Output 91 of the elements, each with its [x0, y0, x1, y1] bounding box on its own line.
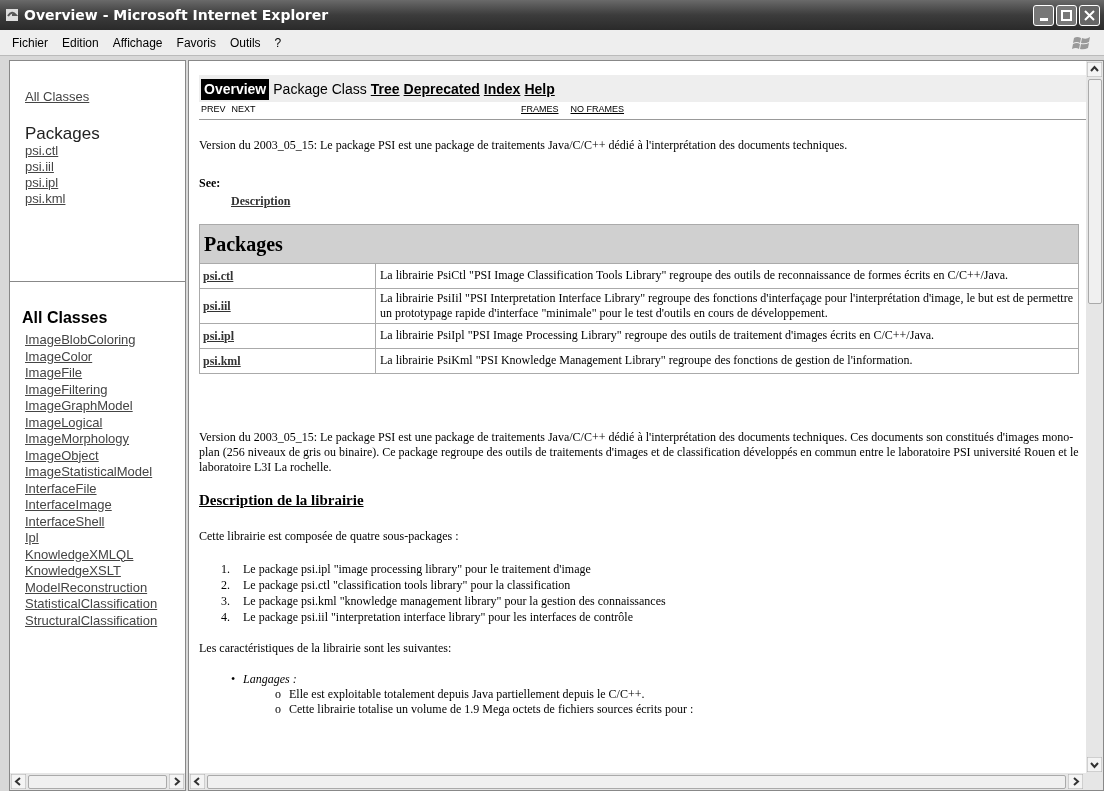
- nav-label: Class: [331, 80, 367, 99]
- package-link[interactable]: psi.ipl: [203, 328, 235, 343]
- browser-icon: [4, 7, 20, 23]
- class-link[interactable]: ImageMorphology: [25, 431, 130, 448]
- close-button[interactable]: [1079, 4, 1100, 26]
- scroll-thumb[interactable]: [1087, 79, 1102, 304]
- description-paragraph: Version du 2003_05_15: Le package PSI est une package de traitements Java/C/C++ dédié à l'interprétation des documents techniques. Ces documents son constitués d'images mono-plan (256 niveaux de gris ou binaire). Ce package regroupe des outils de traitements d'images et de classification développés en commun entre le laboratoire PSI université Rouen et le laboratoire L3I La rochelle.: [199, 429, 1079, 475]
- menu-item[interactable]: Outils: [229, 33, 261, 52]
- scroll-up-icon[interactable]: [1087, 62, 1102, 77]
- section-heading: Description de la librairie: [199, 490, 365, 510]
- nav-link[interactable]: Help: [524, 79, 555, 100]
- nav-link[interactable]: Tree: [370, 79, 400, 100]
- class-link[interactable]: ImageFile: [25, 365, 83, 382]
- package-link[interactable]: psi.kml: [25, 190, 66, 207]
- class-link[interactable]: ImageStatisticalModel: [25, 464, 153, 481]
- minimize-icon: [1039, 17, 1048, 21]
- menu-item[interactable]: Fichier: [12, 33, 48, 52]
- maximize-icon: [1061, 9, 1072, 21]
- scroll-thumb[interactable]: [207, 774, 1066, 789]
- package-link[interactable]: psi.ipl: [25, 174, 59, 191]
- scroll-right-icon[interactable]: [169, 774, 184, 789]
- package-link[interactable]: psi.kml: [203, 353, 241, 368]
- list-number: 1.: [221, 561, 231, 577]
- class-link[interactable]: ImageBlobColoring: [25, 332, 136, 349]
- class-link[interactable]: InterfaceImage: [25, 497, 112, 514]
- window-title: Overview - Microsoft Internet Explorer: [24, 5, 329, 25]
- list-item-text: Le package psi.iil "interpretation interface library" pour les interfaces de contrôle: [243, 609, 633, 625]
- list-number: 3.: [221, 593, 231, 609]
- package-link[interactable]: psi.ctl: [203, 268, 234, 283]
- all-classes-heading: All Classes: [22, 308, 109, 328]
- body-text: Cette librairie est composée de quatre sous-packages :: [199, 528, 460, 545]
- frames-link[interactable]: FRAMES: [521, 103, 559, 117]
- all-classes-link[interactable]: All Classes: [25, 87, 170, 107]
- table-cell: La librairie PsiIil "PSI Interpretation Interface Library" regroupe des fonctions d'interfaçage pour l'interprétation d'image, le but est de permettre un prototypage rapide d'interface "minimale" pour le test d'outils en cours de développement.: [375, 288, 1079, 323]
- list-number: 2.: [221, 577, 231, 593]
- class-link[interactable]: InterfaceShell: [25, 513, 105, 530]
- packages-heading: Packages: [25, 124, 101, 143]
- menu-item[interactable]: Favoris: [176, 33, 216, 52]
- scroll-left-icon[interactable]: [190, 774, 205, 789]
- class-link[interactable]: ImageColor: [25, 348, 93, 365]
- see-label: See:: [199, 174, 222, 192]
- scroll-right-icon[interactable]: [1068, 774, 1083, 789]
- class-link[interactable]: ModelReconstruction: [25, 579, 148, 596]
- horizontal-scrollbar[interactable]: [10, 773, 185, 790]
- list-item-text: Le package psi.ctl "classification tools library" pour la classification: [243, 577, 571, 593]
- package-link[interactable]: psi.iil: [203, 298, 231, 313]
- bullet: •: [231, 671, 237, 687]
- list-item-text: Cette librairie totalise un volume de 1.9 Mega octets de fichiers sources écrits pour :: [289, 702, 694, 717]
- class-link[interactable]: KnowledgeXSLT: [25, 563, 121, 580]
- class-link[interactable]: ImageLogical: [25, 414, 103, 431]
- menu-item[interactable]: Affichage: [112, 33, 163, 52]
- class-link[interactable]: Ipl: [25, 530, 39, 547]
- class-link[interactable]: ImageGraphModel: [25, 398, 133, 415]
- class-link[interactable]: KnowledgeXMLQL: [25, 546, 134, 563]
- nav-label: Package: [273, 80, 328, 99]
- bullet: o: [275, 687, 282, 702]
- table-cell: La librairie PsiCtl "PSI Image Classification Tools Library" regroupe des outils de reconnaissance de formes écrits en C/C++/Java.: [375, 263, 1079, 288]
- close-icon: [1084, 9, 1095, 21]
- menu-item[interactable]: ?: [274, 33, 282, 52]
- body-text: Les caractéristiques de la librairie sont les suivantes:: [199, 640, 453, 657]
- intro-text: Version du 2003_05_15: Le package PSI est une package de traitements Java/C/C++ dédié à l'interprétation des documents techniques.: [199, 136, 849, 154]
- list-number: 4.: [221, 609, 231, 625]
- list-item-text: Le package psi.kml "knowledge management library" pour la gestion des connaissances: [243, 593, 666, 609]
- maximize-button[interactable]: [1056, 4, 1077, 26]
- nav-link[interactable]: Index: [483, 79, 521, 100]
- minimize-button[interactable]: [1033, 4, 1054, 26]
- horizontal-scrollbar[interactable]: [189, 773, 1103, 790]
- menu-item[interactable]: Edition: [62, 33, 99, 52]
- description-link[interactable]: Description: [231, 191, 291, 210]
- class-link[interactable]: StructuralClassification: [25, 612, 158, 629]
- list-item-text: Le package psi.ipl "image processing library" pour le traitement d'image: [243, 561, 591, 577]
- class-link[interactable]: ImageFiltering: [25, 381, 108, 398]
- list-item-text: Elle est exploitable totalement depuis Java partiellement depuis le C/C++.: [289, 687, 645, 702]
- table-heading: Packages: [199, 224, 1079, 263]
- bullet: o: [275, 702, 282, 717]
- scroll-thumb[interactable]: [28, 774, 167, 789]
- nav-link[interactable]: Deprecated: [403, 79, 480, 100]
- table-cell: La librairie PsiIpl "PSI Image Processing Library" regroupe des outils de traitement d'images écrits en C/C++/Java.: [375, 323, 1079, 348]
- frames-link[interactable]: NO FRAMES: [570, 103, 625, 117]
- scroll-down-icon[interactable]: [1087, 757, 1102, 772]
- package-link[interactable]: psi.ctl: [25, 142, 59, 159]
- table-cell: La librairie PsiKml "PSI Knowledge Management Library" regroupe des fonctions de gestion de l'information.: [375, 348, 1079, 373]
- scroll-left-icon[interactable]: [11, 774, 26, 789]
- nav-label: NEXT: [231, 103, 256, 116]
- package-link[interactable]: psi.iil: [25, 158, 54, 175]
- list-item-text: Langages :: [243, 671, 297, 687]
- class-link[interactable]: StatisticalClassification: [25, 596, 158, 613]
- nav-label: PREV: [201, 103, 226, 116]
- class-link[interactable]: InterfaceFile: [25, 480, 97, 497]
- class-link[interactable]: ImageObject: [25, 447, 99, 464]
- vertical-scrollbar[interactable]: [1086, 61, 1103, 773]
